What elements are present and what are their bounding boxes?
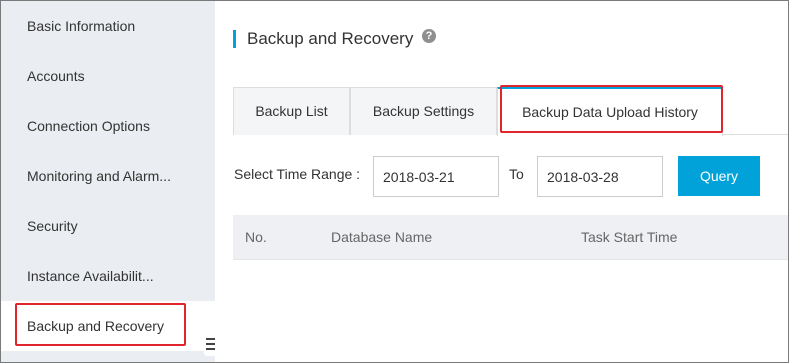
to-label: To (509, 166, 524, 182)
tab-backup-data-upload-history[interactable]: Backup Data Upload History (497, 87, 723, 136)
sidebar-item-instance-availability[interactable]: Instance Availabilit... (1, 251, 215, 301)
page-title: Backup and Recovery (247, 29, 414, 48)
start-date-input[interactable] (373, 156, 499, 197)
sidebar-item-label: Monitoring and Alarm... (27, 168, 171, 184)
tab-label: Backup List (255, 103, 328, 119)
table-header: No. Database Name Task Start Time (233, 215, 788, 260)
main-content: Backup and Recovery ? Backup List Backup… (215, 1, 788, 362)
sidebar-item-label: Connection Options (27, 118, 150, 134)
sidebar-item-security[interactable]: Security (1, 201, 215, 251)
sidebar-item-basic-information[interactable]: Basic Information (1, 1, 215, 51)
tab-label: Backup Settings (372, 103, 475, 119)
title-accent-bar (233, 30, 236, 48)
sidebar: Basic Information Accounts Connection Op… (1, 1, 215, 362)
sidebar-item-label: Accounts (27, 68, 85, 84)
tab-backup-settings[interactable]: Backup Settings (350, 87, 497, 135)
time-range-label: Select Time Range : (234, 166, 361, 182)
column-header-task-start-time[interactable]: Task Start Time (581, 215, 677, 260)
sidebar-item-connection-options[interactable]: Connection Options (1, 101, 215, 151)
tab-backup-list[interactable]: Backup List (233, 87, 350, 135)
tab-label: Backup Data Upload History (522, 104, 698, 120)
sidebar-item-label: Basic Information (27, 18, 136, 34)
sidebar-item-label: Security (27, 218, 78, 234)
window-frame: Basic Information Accounts Connection Op… (0, 0, 789, 363)
column-header-no[interactable]: No. (245, 215, 267, 260)
sidebar-item-label: Instance Availabilit... (27, 268, 154, 284)
end-date-input[interactable] (537, 156, 663, 197)
sidebar-item-label: Backup and Recovery (27, 318, 164, 334)
sidebar-item-backup-and-recovery[interactable]: Backup and Recovery (1, 301, 215, 351)
sidebar-item-monitoring-and-alarm[interactable]: Monitoring and Alarm... (1, 151, 215, 201)
question-circle-icon[interactable]: ? (422, 29, 436, 43)
query-button[interactable]: Query (678, 156, 760, 196)
column-header-database-name[interactable]: Database Name (331, 215, 432, 260)
sidebar-item-accounts[interactable]: Accounts (1, 51, 215, 101)
